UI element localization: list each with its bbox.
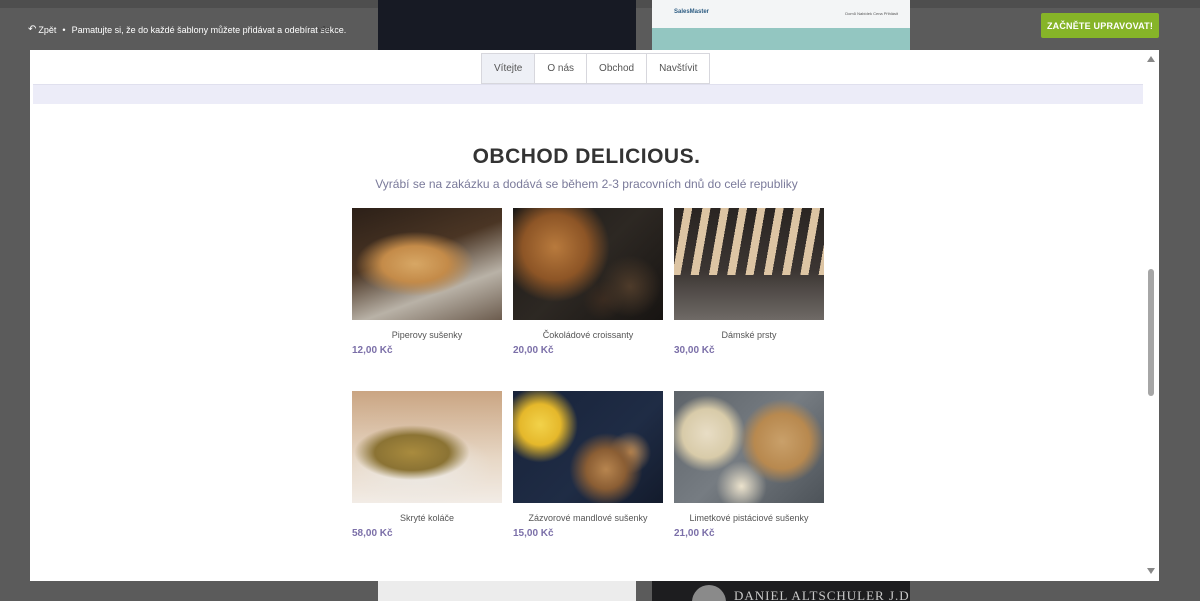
product-price: 20,00 Kč [513, 345, 554, 356]
preview-avatar [692, 585, 726, 601]
product-name: Piperovy sušenky [391, 330, 463, 340]
product-image[interactable] [513, 391, 663, 503]
product-card[interactable]: Dámské prsty 30,00 Kč [674, 208, 824, 356]
product-price: 12,00 Kč [352, 345, 393, 356]
product-name: Zázvorové mandlové sušenky [528, 513, 648, 523]
tab-welcome[interactable]: Vítejte [481, 53, 536, 84]
product-name: Skryté koláče [399, 513, 455, 523]
product-price: 15,00 Kč [513, 528, 554, 539]
product-image[interactable] [674, 391, 824, 503]
product-image[interactable] [352, 391, 502, 503]
tab-about[interactable]: O nás [535, 53, 588, 84]
page-title: OBCHOD DELICIOUS. [472, 145, 701, 168]
product-image[interactable] [352, 208, 502, 320]
hint-text: Pamatujte si, že do každé šablony můžete… [71, 24, 347, 35]
back-link[interactable]: Zpět [38, 25, 56, 35]
product-image[interactable] [674, 208, 824, 320]
template-preview-modal: Vítejte O nás Obchod Navštívit OBCHOD DE… [30, 50, 1159, 581]
preview-name: DANIEL ALTSCHULER J.D. [734, 588, 910, 601]
preview-hero [652, 28, 910, 50]
page-subtitle: Vyrábí se na zakázku a dodává se během 2… [375, 177, 798, 191]
background-preview-dark [378, 0, 636, 50]
section-tabs: Vítejte O nás Obchod Navštívit [481, 53, 711, 84]
product-image[interactable] [513, 208, 663, 320]
vertical-scrollbar[interactable] [1143, 50, 1159, 581]
product-price: 30,00 Kč [674, 345, 715, 356]
product-card[interactable]: Čokoládové croissanty 20,00 Kč [513, 208, 663, 356]
product-name: Čokoládové croissanty [542, 330, 634, 340]
product-price: 21,00 Kč [674, 528, 715, 539]
product-card[interactable]: Piperovy sušenky 12,00 Kč [352, 208, 502, 356]
behind-see-all-link: vše › [318, 25, 336, 34]
separator: • [62, 24, 66, 35]
tab-shop[interactable]: Obchod [587, 53, 648, 84]
background-preview-bottom-right: DANIEL ALTSCHULER J.D. [652, 581, 910, 601]
scroll-up-icon[interactable] [1147, 56, 1155, 62]
tab-visit[interactable]: Navštívit [647, 53, 711, 84]
back-arrow-icon[interactable]: ↶ [28, 24, 36, 35]
scroll-down-icon[interactable] [1147, 568, 1155, 574]
background-preview-bottom-left [378, 581, 636, 601]
back-bar: ↶ Zpět • Pamatujte si, že do každé šablo… [28, 24, 346, 35]
product-name: Limetkové pistáciové sušenky [689, 513, 809, 523]
product-card[interactable]: Limetkové pistáciové sušenky 21,00 Kč [674, 391, 824, 539]
product-name: Dámské prsty [721, 330, 777, 340]
start-editing-button[interactable]: ZAČNĚTE UPRAVOVAT! [1041, 13, 1159, 38]
product-card[interactable]: Zázvorové mandlové sušenky 15,00 Kč [513, 391, 663, 539]
preview-brand: SalesMaster [674, 9, 710, 15]
preview-nav: Domů Nabídek Cena Přihlásit [845, 11, 898, 16]
background-preview-light: SalesMaster Domů Nabídek Cena Přihlásit [652, 0, 910, 50]
product-card[interactable]: Skryté koláče 58,00 Kč [352, 391, 502, 539]
product-price: 58,00 Kč [352, 528, 393, 539]
scroll-thumb[interactable] [1148, 269, 1154, 396]
preview-header-bar [33, 84, 1143, 104]
